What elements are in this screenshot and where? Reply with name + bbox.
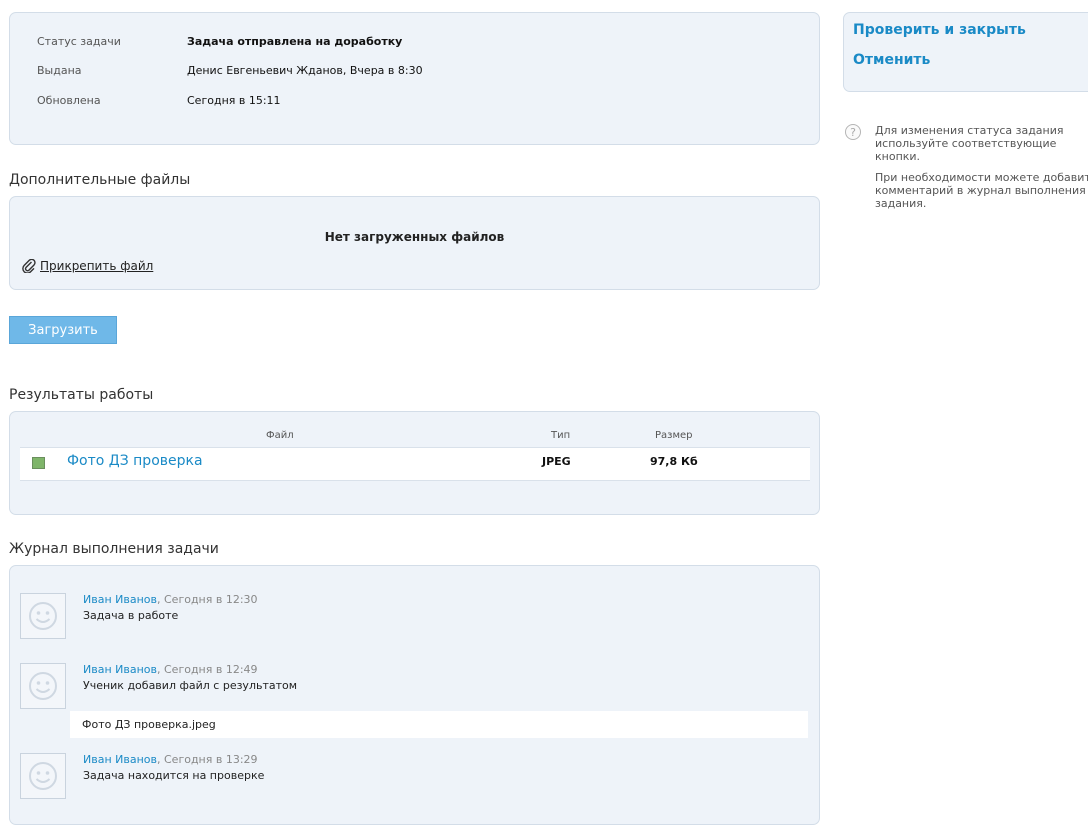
- log-message: Ученик добавил файл с результатом: [83, 679, 298, 692]
- issued-label: Выдана: [37, 64, 82, 77]
- column-header-size: Размер: [655, 430, 693, 441]
- upload-button[interactable]: Загрузить: [9, 316, 117, 344]
- image-file-icon: [32, 457, 45, 469]
- log-section-title: Журнал выполнения задачи: [9, 541, 219, 557]
- log-message: Задача находится на проверке: [83, 769, 265, 782]
- result-file-size: 97,8 Кб: [650, 455, 698, 468]
- results-section-title: Результаты работы: [9, 387, 154, 403]
- log-author-line: Иван Иванов, Сегодня в 12:49: [83, 663, 258, 676]
- log-time: , Сегодня в 13:29: [157, 753, 258, 766]
- task-status-panel: Статус задачи Задача отправлена на дораб…: [9, 12, 820, 145]
- avatar: [20, 593, 66, 639]
- question-icon: ?: [845, 124, 861, 140]
- attach-file-link[interactable]: Прикрепить файл: [40, 259, 153, 273]
- issued-value: Денис Евгеньевич Жданов, Вчера в 8:30: [187, 64, 423, 77]
- actions-panel: Проверить и закрыть Отменить: [843, 12, 1088, 92]
- check-and-close-link[interactable]: Проверить и закрыть: [853, 22, 1026, 38]
- status-value: Задача отправлена на доработку: [187, 35, 403, 48]
- updated-label: Обновлена: [37, 94, 101, 107]
- log-author-link[interactable]: Иван Иванов: [83, 663, 157, 676]
- smiley-avatar-icon: [29, 762, 57, 790]
- log-time: , Сегодня в 12:30: [157, 593, 258, 606]
- log-time: , Сегодня в 12:49: [157, 663, 258, 676]
- results-panel: Файл Тип Размер Фото ДЗ проверка JPEG 97…: [9, 411, 820, 515]
- avatar: [20, 663, 66, 709]
- smiley-avatar-icon: [29, 602, 57, 630]
- help-text-comment: При необходимости можете добавить коммен…: [875, 171, 1088, 210]
- log-message: Задача в работе: [83, 609, 179, 622]
- status-label: Статус задачи: [37, 35, 121, 48]
- column-header-type: Тип: [551, 430, 571, 441]
- attach-file: Прикрепить файл: [22, 259, 153, 273]
- log-author-link[interactable]: Иван Иванов: [83, 593, 157, 606]
- log-panel: Иван Иванов, Сегодня в 12:30 Задача в ра…: [9, 565, 820, 825]
- smiley-avatar-icon: [29, 672, 57, 700]
- log-author-line: Иван Иванов, Сегодня в 12:30: [83, 593, 258, 606]
- log-author-link[interactable]: Иван Иванов: [83, 753, 157, 766]
- log-attachment[interactable]: Фото ДЗ проверка.jpeg: [70, 711, 808, 738]
- no-files-text: Нет загруженных файлов: [324, 230, 505, 244]
- log-author-line: Иван Иванов, Сегодня в 13:29: [83, 753, 258, 766]
- cancel-link[interactable]: Отменить: [853, 52, 930, 68]
- updated-value: Сегодня в 15:11: [187, 94, 281, 107]
- files-section-title: Дополнительные файлы: [9, 172, 191, 188]
- avatar: [20, 753, 66, 799]
- help-text-status: Для изменения статуса задания используйт…: [875, 124, 1064, 163]
- table-row: Фото ДЗ проверка JPEG 97,8 Кб: [20, 447, 810, 481]
- files-panel: Нет загруженных файлов Прикрепить файл: [9, 196, 820, 290]
- result-file-link[interactable]: Фото ДЗ проверка: [67, 453, 203, 469]
- result-file-type: JPEG: [542, 455, 571, 468]
- column-header-file: Файл: [266, 430, 294, 441]
- paperclip-icon: [22, 259, 36, 273]
- help-note: ? Для изменения статуса задания использу…: [843, 124, 1088, 218]
